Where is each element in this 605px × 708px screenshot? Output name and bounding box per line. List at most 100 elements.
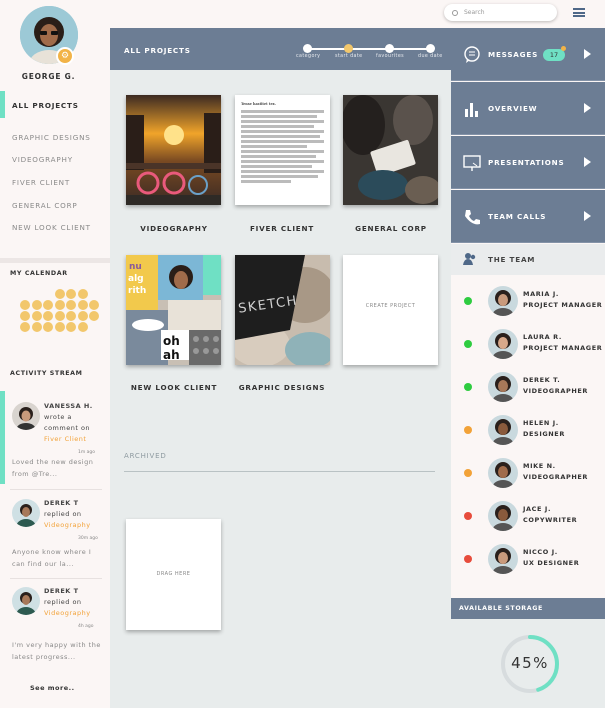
nav-overview[interactable]: OVERVIEW <box>451 82 605 135</box>
calendar-day[interactable] <box>77 289 88 299</box>
avatar[interactable] <box>12 402 40 430</box>
search-placeholder: Search <box>464 9 485 16</box>
nav-messages[interactable]: MESSAGES 17 <box>451 28 605 81</box>
team-member-info: MARIA J. PROJECT MANAGER <box>523 289 602 311</box>
nav-label: TEAM CALLS <box>488 212 547 221</box>
activity-target-link[interactable]: Videography <box>44 608 91 619</box>
avatar[interactable] <box>488 415 518 445</box>
sidebar-divider <box>0 258 110 263</box>
activity-time: 1m ago <box>78 450 96 455</box>
calendar-day[interactable] <box>77 311 88 321</box>
sort-option-start-date[interactable] <box>344 44 353 53</box>
sort-option-due-date[interactable] <box>426 44 435 53</box>
project-card-general-corp[interactable] <box>343 95 438 205</box>
activity-time: 30m ago <box>78 536 98 541</box>
see-more-link[interactable]: See more.. <box>30 684 75 692</box>
calendar-day[interactable] <box>66 311 76 321</box>
activity-divider <box>10 578 102 579</box>
calendar-day[interactable] <box>20 322 30 332</box>
calendar-day[interactable] <box>54 322 65 332</box>
team-member-name: MARIA J. <box>523 290 559 298</box>
calendar-day[interactable] <box>66 289 76 299</box>
search-input[interactable]: Search <box>444 4 557 21</box>
calendar-day[interactable] <box>77 300 88 310</box>
team-member-name: HELEN J. <box>523 419 559 427</box>
project-card-graphic-designs[interactable]: SKETCH <box>235 255 330 365</box>
nav-team-calls[interactable]: TEAM CALLS <box>451 190 605 243</box>
activity-text: DEREK T replied on Videography <box>44 498 91 531</box>
activity-action: wrote a <box>44 413 72 421</box>
calendar-day[interactable] <box>66 300 76 310</box>
project-label: FIVER CLIENT <box>249 224 315 233</box>
avatar[interactable] <box>12 587 40 615</box>
drag-drop-zone[interactable]: DRAG HERE <box>126 519 221 630</box>
nav-item-all-projects[interactable]: ALL PROJECTS <box>12 101 79 110</box>
status-dot <box>464 512 472 520</box>
activity-target-link[interactable]: Videography <box>44 520 91 531</box>
avatar[interactable] <box>488 544 518 574</box>
sort-label: due date <box>418 54 443 59</box>
activity-action: replied on <box>44 598 82 606</box>
activity-target-link[interactable]: Fiver Client <box>44 434 93 445</box>
calendar-day[interactable] <box>54 289 65 299</box>
team-member-role: COPYWRITER <box>523 516 578 524</box>
avatar[interactable] <box>488 286 518 316</box>
calendar-day[interactable] <box>43 311 53 321</box>
calendar-day[interactable] <box>20 300 30 310</box>
calendar-day[interactable] <box>20 311 30 321</box>
team-member-info: MIKE N. VIDEOGRAPHER <box>523 461 588 483</box>
team-member-info: DEREK T. VIDEOGRAPHER <box>523 375 588 397</box>
storage-panel: 45% <box>451 619 605 708</box>
settings-badge-icon[interactable]: ⚙ <box>56 47 74 65</box>
nav-presentations[interactable]: PRESENTATIONS <box>451 136 605 189</box>
create-project-button[interactable]: CREATE PROJECT <box>343 255 438 365</box>
activity-message: I'm very happy with the latest progress.… <box>12 641 101 661</box>
sort-option-category[interactable] <box>303 44 312 53</box>
avatar[interactable] <box>488 458 518 488</box>
calendar-day[interactable] <box>89 311 99 321</box>
nav-item-graphic-designs[interactable]: GRAPHIC DESIGNS <box>12 133 91 142</box>
project-card-fiver-client[interactable]: Tense hastitet tex. <box>235 95 330 205</box>
document-text-lines <box>241 109 324 183</box>
arrow-right-icon <box>584 103 591 113</box>
drag-here-label: DRAG HERE <box>156 571 191 577</box>
team-people-icon <box>463 253 476 265</box>
bar-chart-icon <box>463 100 481 118</box>
phone-icon <box>463 208 481 226</box>
nav-item-fiver-client[interactable]: FIVER CLIENT <box>12 178 70 187</box>
calendar-day[interactable] <box>89 300 99 310</box>
avatar[interactable] <box>488 501 518 531</box>
calendar-day[interactable] <box>31 311 42 321</box>
calendar-day[interactable] <box>54 311 65 321</box>
activity-message: Loved the new design from @Tre... <box>12 458 94 478</box>
avatar[interactable] <box>488 372 518 402</box>
calendar-title: MY CALENDAR <box>10 270 68 277</box>
nav-item-general-corp[interactable]: GENERAL CORP <box>12 201 78 210</box>
calendar-day[interactable] <box>43 300 53 310</box>
nav-item-new-look-client[interactable]: NEW LOOK CLIENT <box>12 223 91 232</box>
left-sidebar: ⚙ GEORGE G. ALL PROJECTS GRAPHIC DESIGNS… <box>0 0 110 708</box>
calendar-day[interactable] <box>31 300 42 310</box>
avatar[interactable] <box>12 499 40 527</box>
calendar-day[interactable] <box>43 322 53 332</box>
user-name: GEORGE G. <box>21 72 76 81</box>
calendar-day[interactable] <box>77 322 88 332</box>
calendar-day[interactable] <box>66 322 76 332</box>
team-member-info: JACE J. COPYWRITER <box>523 504 577 526</box>
calendar-day[interactable] <box>31 322 42 332</box>
team-member-name: MIKE N. <box>523 462 556 470</box>
activity-time: 4h ago <box>78 624 94 629</box>
projects-title: ALL PROJECTS <box>124 46 191 55</box>
chat-bubble-icon <box>463 46 481 64</box>
nav-active-indicator <box>0 91 5 118</box>
hamburger-menu-icon[interactable] <box>573 8 585 17</box>
sort-option-favourites[interactable] <box>385 44 394 53</box>
project-card-videography[interactable] <box>126 95 221 205</box>
status-dot <box>464 340 472 348</box>
avatar[interactable] <box>488 329 518 359</box>
nav-item-videography[interactable]: VIDEOGRAPHY <box>12 155 73 164</box>
activity-divider <box>10 489 102 490</box>
team-member-name: DEREK T. <box>523 376 561 384</box>
project-card-new-look-client[interactable]: nu alg rith oh ah <box>126 255 221 365</box>
calendar-day[interactable] <box>54 300 65 310</box>
